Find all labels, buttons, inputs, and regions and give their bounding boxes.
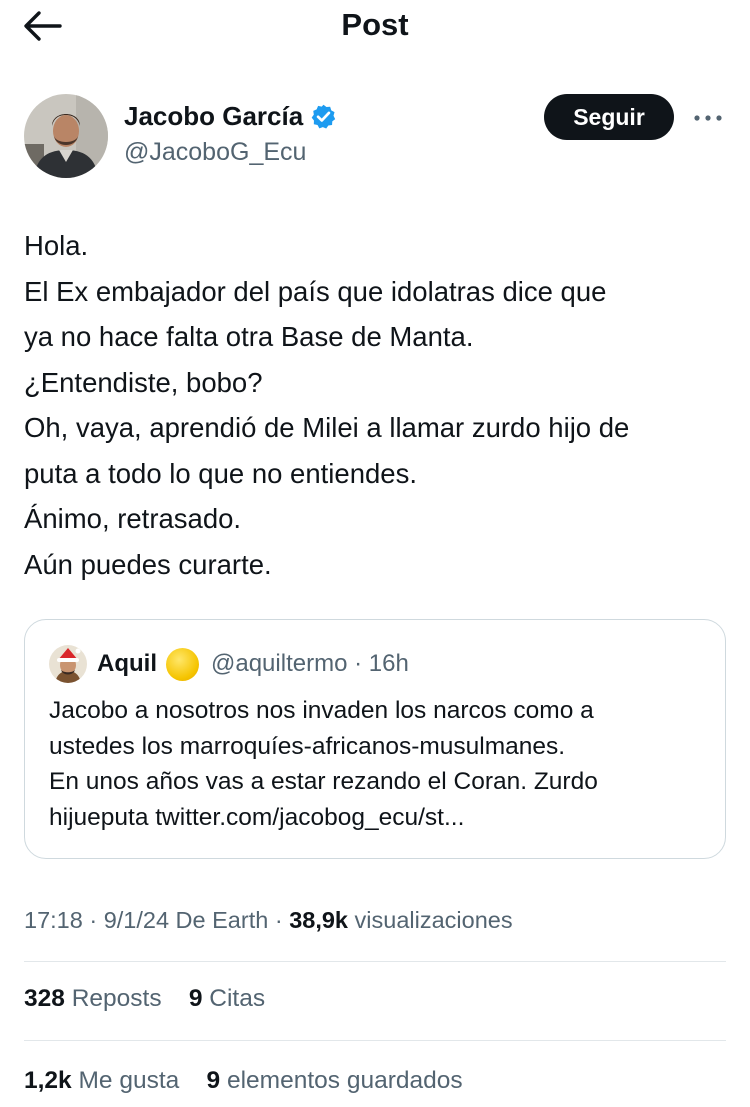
post-line: ¿Entendiste, bobo? <box>24 366 263 398</box>
quoted-avatar <box>49 645 87 683</box>
quoted-line: ustedes los marroquíes-africanos-musulma… <box>49 732 566 760</box>
top-bar: Post <box>0 0 750 52</box>
post-line: Aún puedes curarte. <box>24 548 272 580</box>
quoted-post-text: Jacobo a nosotros nos invaden los narcos… <box>49 693 709 835</box>
author-name[interactable]: Jacobo García <box>124 100 303 132</box>
name-row: Jacobo García <box>124 100 337 132</box>
post-line: puta a todo lo que no entiendes. <box>24 457 417 489</box>
quotes-count: 9 <box>188 985 203 1012</box>
likes-label: Me gusta <box>78 1067 180 1094</box>
views-label: visualizaciones <box>348 907 513 933</box>
quoted-line: Jacobo a nosotros nos invaden los narcos… <box>49 697 594 724</box>
quoted-handle-time: @aquiltermo · 16h <box>211 650 409 677</box>
post-text: Hola. El Ex embajador del país que idola… <box>24 223 730 587</box>
reposts-stat[interactable]: 328 Reposts <box>24 985 162 1012</box>
page-title: Post <box>341 7 409 42</box>
post-meta: 17:18 · 9/1/24 De Earth · 38,9k visualiz… <box>24 903 513 937</box>
quoted-author-name: Aquil <box>97 650 157 677</box>
reposts-count: 328 <box>24 985 65 1012</box>
divider <box>24 1040 726 1041</box>
bookmarks-stat[interactable]: 9 elementos guardados <box>207 1067 463 1094</box>
post-timestamp[interactable]: 17:18 · 9/1/24 De Earth · <box>24 907 289 933</box>
post-line: ya no hace falta otra Base de Manta. <box>24 321 474 352</box>
verified-badge-icon <box>311 104 336 129</box>
post-line: Hola. <box>24 230 89 261</box>
bookmarks-label: elementos guardados <box>226 1067 463 1094</box>
more-button[interactable] <box>690 104 726 132</box>
likes-stat[interactable]: 1,2k Me gusta <box>24 1067 179 1094</box>
engagement-stats-row-2: 1,2k Me gusta 9 elementos guardados <box>24 1064 463 1098</box>
post-author: Jacobo García @JacoboG_Ecu Seguir <box>24 94 726 178</box>
more-horizontal-icon <box>694 115 722 121</box>
post-line: Ánimo, retrasado. <box>24 503 242 534</box>
quotes-label: Citas <box>209 985 266 1012</box>
follow-button[interactable]: Seguir <box>544 94 674 140</box>
reposts-label: Reposts <box>71 985 162 1012</box>
avatar[interactable] <box>24 94 108 178</box>
likes-count: 1,2k <box>24 1067 72 1094</box>
post-line: Oh, vaya, aprendió de Milei a llamar zur… <box>24 412 630 443</box>
author-handle[interactable]: @JacoboG_Ecu <box>124 136 306 168</box>
quoted-line: hijueputa twitter.com/jacobog_ecu/st... <box>49 803 465 831</box>
divider <box>24 961 726 962</box>
bookmarks-count: 9 <box>206 1067 221 1094</box>
quoted-post-card[interactable]: Aquil @aquiltermo · 16h Jacobo a nosotro… <box>24 619 726 859</box>
quotes-stat[interactable]: 9 Citas <box>189 985 265 1012</box>
views-count: 38,9k <box>289 907 348 933</box>
yellow-circle-emoji-icon <box>166 647 199 681</box>
engagement-stats-row-1: 328 Reposts 9 Citas <box>24 982 265 1016</box>
post-line: El Ex embajador del país que idolatras d… <box>24 275 607 307</box>
quoted-line: En unos años vas a estar rezando el Cora… <box>49 768 598 795</box>
quoted-post-header: Aquil @aquiltermo · 16h <box>49 644 409 684</box>
